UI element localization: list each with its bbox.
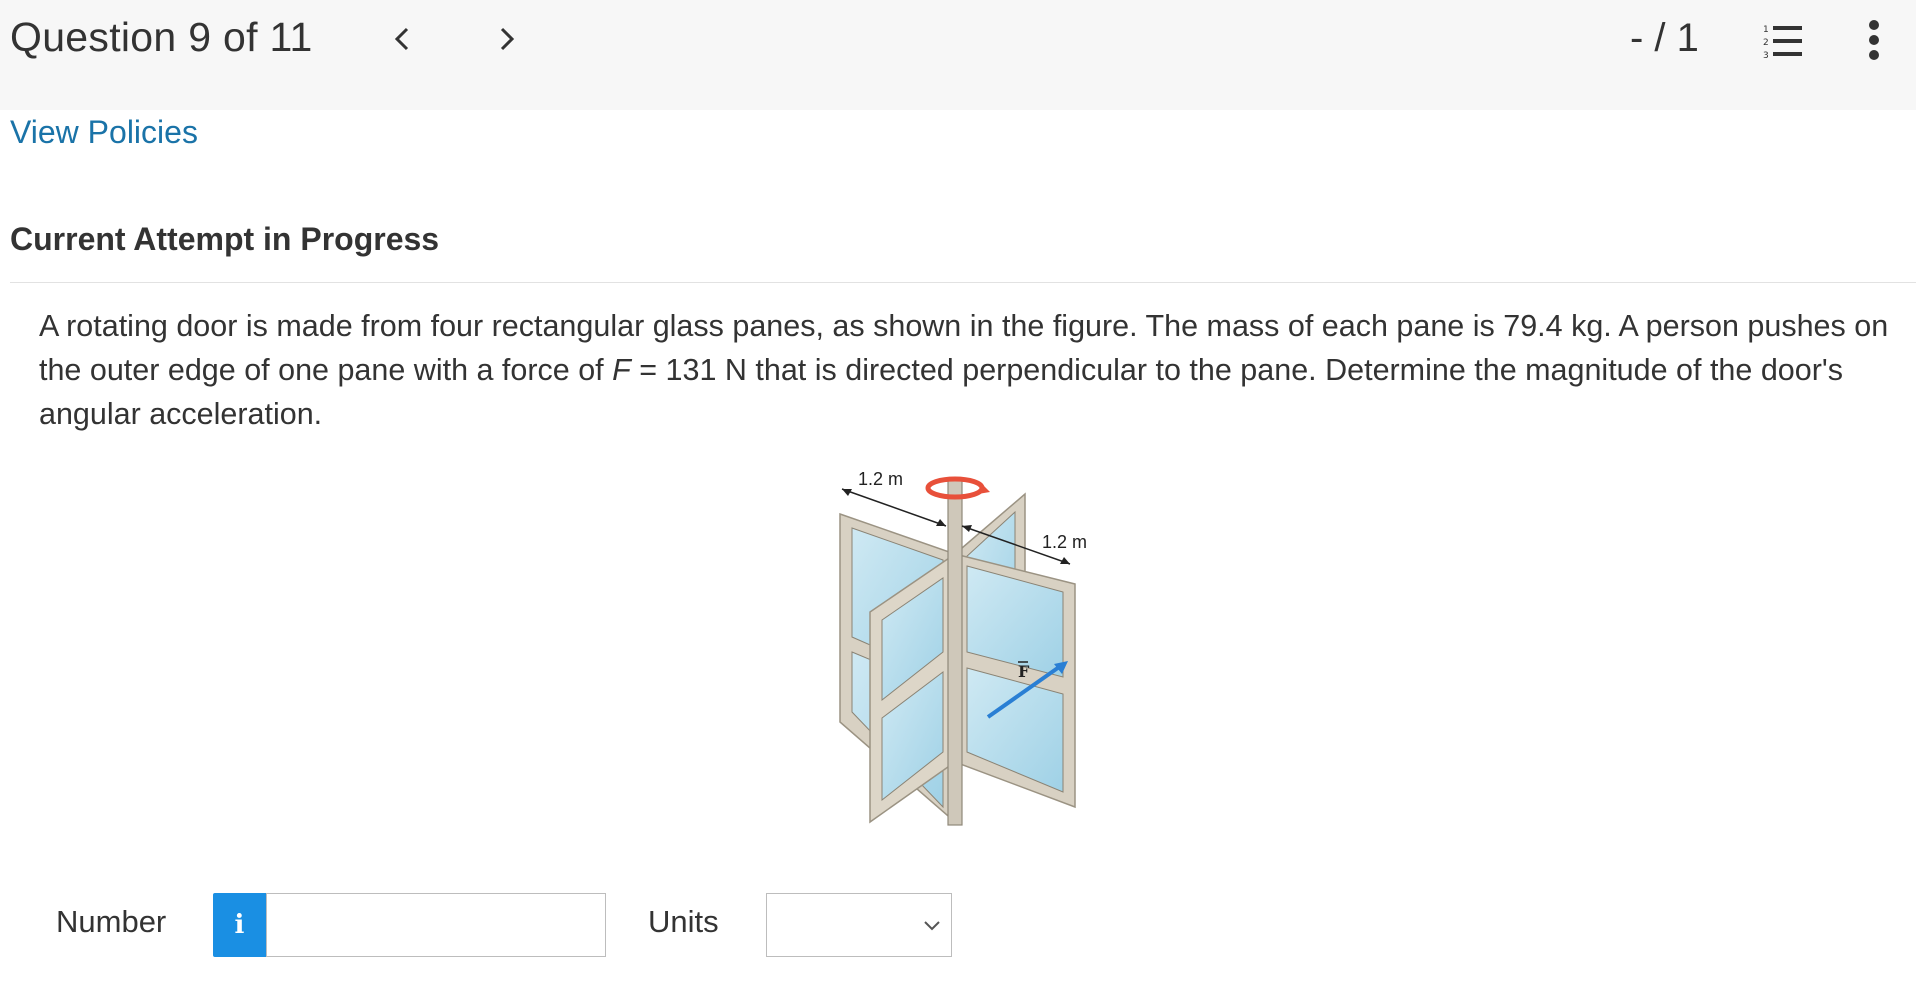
- svg-text:1: 1: [1763, 25, 1769, 35]
- force-label: F: [1018, 662, 1030, 681]
- units-select[interactable]: [766, 893, 952, 957]
- view-policies-link[interactable]: View Policies: [10, 114, 198, 151]
- attempt-status: Current Attempt in Progress: [10, 221, 440, 257]
- question-header: Question 9 of 11 - / 1 1 2 3: [0, 0, 1916, 110]
- question-list-button[interactable]: 1 2 3: [1762, 22, 1804, 62]
- force-variable: F: [612, 353, 631, 387]
- chevron-right-icon: [500, 27, 515, 51]
- question-text: A rotating door is made from four rectan…: [39, 304, 1899, 436]
- score-display: - / 1: [1630, 16, 1699, 60]
- svg-text:2: 2: [1763, 38, 1769, 48]
- question-counter: Question 9 of 11: [10, 14, 313, 60]
- revolving-door-figure: 1.2 m 1.2 m F: [839, 469, 1087, 826]
- number-label: Number: [56, 904, 167, 939]
- next-question-button[interactable]: [490, 18, 524, 60]
- chevron-left-icon: [394, 27, 409, 51]
- more-vertical-icon: [1869, 20, 1879, 60]
- chevron-down-icon: [924, 921, 940, 931]
- number-info-button[interactable]: i: [213, 893, 266, 957]
- units-label: Units: [648, 904, 719, 939]
- dimension-label-height: 1.2 m: [1042, 532, 1087, 552]
- divider: [10, 282, 1916, 283]
- dimension-label-width: 1.2 m: [858, 469, 903, 489]
- more-options-button[interactable]: [1862, 18, 1886, 62]
- info-icon: i: [234, 910, 245, 940]
- numbered-list-icon: 1 2 3: [1763, 25, 1802, 61]
- previous-question-button[interactable]: [385, 18, 419, 60]
- number-input[interactable]: [266, 893, 606, 957]
- svg-text:3: 3: [1763, 51, 1769, 61]
